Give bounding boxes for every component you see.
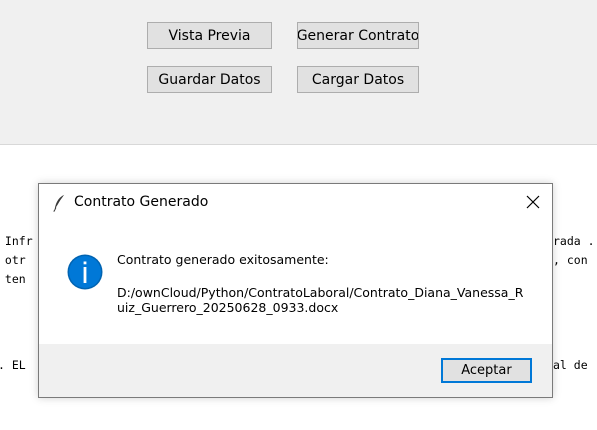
preview-text-fragment: ten — [0, 272, 26, 286]
generate-contract-button[interactable]: Generar Contrato — [297, 22, 419, 49]
dialog-body: Contrato generado exitosamente: D:/ownCl… — [39, 222, 552, 344]
dialog-file-path: D:/ownCloud/Python/ContratoLaboral/Contr… — [117, 285, 524, 315]
accept-button[interactable]: Aceptar — [441, 358, 532, 383]
preview-text-fragment: Infr — [0, 234, 33, 248]
dialog-title: Contrato Generado — [74, 194, 209, 210]
close-icon[interactable] — [526, 195, 540, 209]
preview-text-fragment: . EL — [0, 358, 33, 372]
contract-generated-dialog: Contrato Generado Contrato generado exit… — [38, 183, 553, 398]
dialog-titlebar[interactable]: Contrato Generado — [39, 184, 552, 222]
load-data-button[interactable]: Cargar Datos — [297, 66, 419, 93]
feather-icon — [53, 194, 65, 212]
save-data-button[interactable]: Guardar Datos — [147, 66, 272, 93]
preview-text-fragment: rada . — [553, 234, 595, 248]
dialog-message: Contrato generado exitosamente: — [117, 252, 329, 267]
info-icon — [67, 254, 103, 290]
preview-text-fragment: al de — [553, 358, 588, 372]
control-panel: Vista Previa Generar Contrato Guardar Da… — [0, 0, 597, 144]
preview-text-fragment: otr — [0, 253, 26, 267]
preview-button[interactable]: Vista Previa — [147, 22, 272, 49]
preview-text-fragment: , con — [553, 253, 588, 267]
dialog-footer: Aceptar — [39, 344, 552, 397]
